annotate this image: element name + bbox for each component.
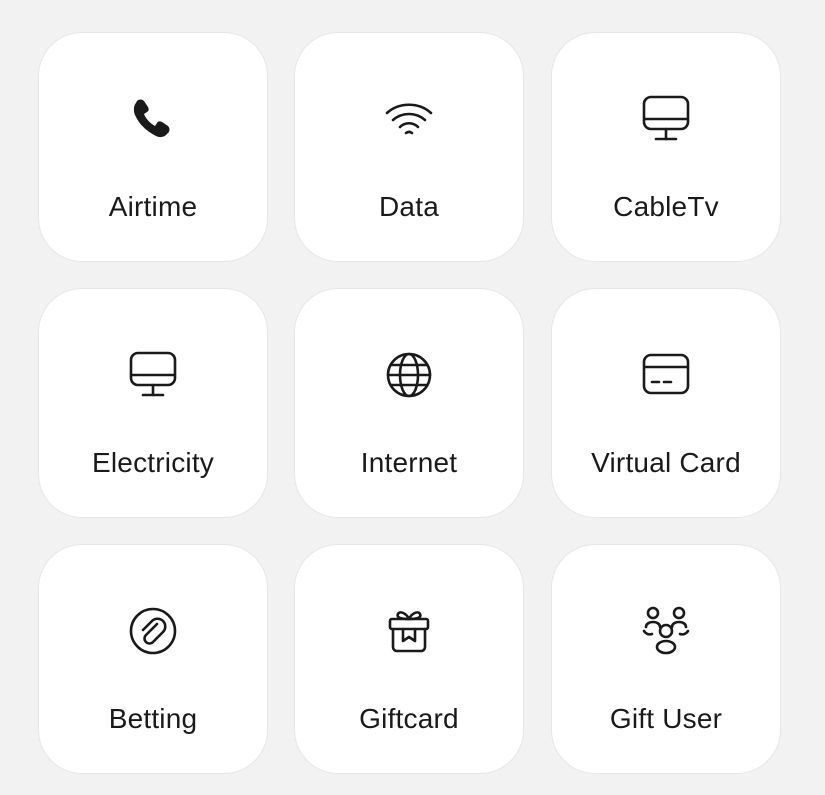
monitor-icon: [640, 93, 692, 145]
service-tile-cabletv[interactable]: CableTv: [551, 32, 781, 262]
service-tile-data[interactable]: Data: [294, 32, 524, 262]
service-tile-airtime[interactable]: Airtime: [38, 32, 268, 262]
service-tile-betting[interactable]: Betting: [38, 544, 268, 774]
service-label: Giftcard: [359, 703, 459, 734]
service-label: Electricity: [92, 447, 214, 478]
monitor-icon: [127, 349, 179, 401]
service-tile-gift-user[interactable]: Gift User: [551, 544, 781, 774]
service-tile-internet[interactable]: Internet: [294, 288, 524, 518]
service-label: Data: [379, 191, 439, 222]
paperclip-circle-icon: [127, 605, 179, 657]
service-label: Internet: [360, 447, 458, 478]
service-tile-giftcard[interactable]: Giftcard: [294, 544, 524, 774]
service-label: CableTv: [613, 191, 719, 222]
service-label: Airtime: [108, 191, 198, 222]
service-tile-electricity[interactable]: Electricity: [38, 288, 268, 518]
users-icon: [640, 605, 692, 657]
service-label: Virtual Card: [591, 447, 741, 478]
phone-icon: [127, 93, 179, 145]
globe-icon: [383, 349, 435, 401]
gift-icon: [383, 605, 435, 657]
service-label: Gift User: [609, 703, 723, 734]
card-icon: [640, 349, 692, 401]
service-tile-virtual-card[interactable]: Virtual Card: [551, 288, 781, 518]
service-label: Betting: [108, 703, 198, 734]
services-grid: Airtime Data CableTv Electricity Interne…: [0, 0, 825, 795]
wifi-icon: [383, 93, 435, 145]
